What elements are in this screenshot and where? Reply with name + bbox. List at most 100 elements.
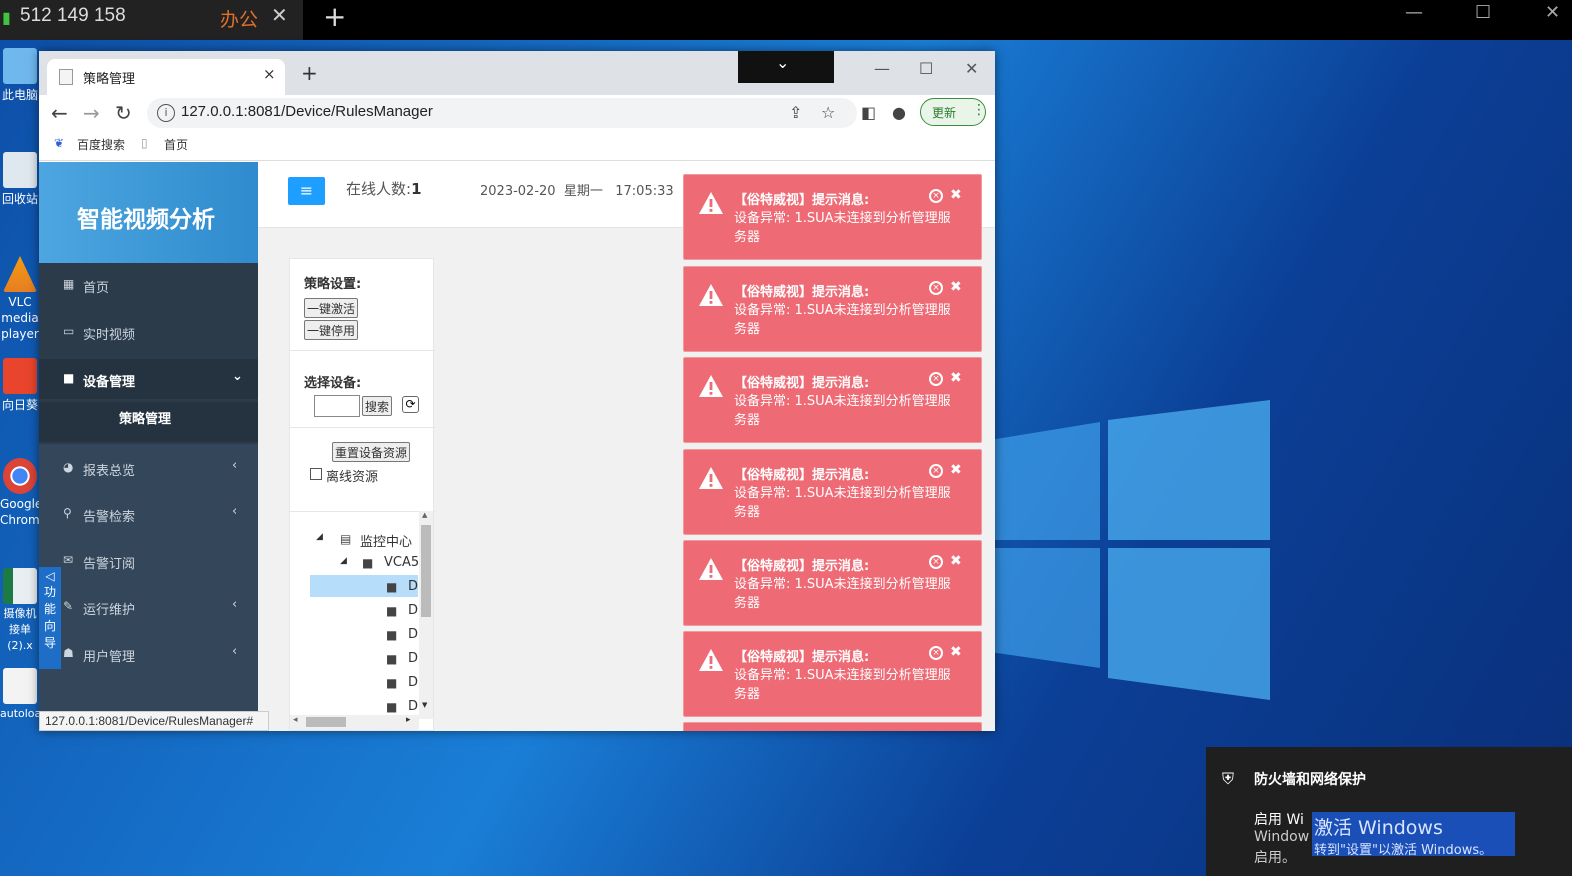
close-circle-icon[interactable]: × (929, 189, 943, 203)
scroll-thumb[interactable] (306, 717, 346, 727)
share-icon[interactable]: ⇪ (789, 103, 802, 122)
feature-guide-tab[interactable]: ◁ 功 能 向 导 (39, 567, 61, 669)
tree-node-monitor-center[interactable]: ◢ ▤ 监控中心 (316, 529, 416, 551)
remote-toolbar-toggle[interactable]: ⌄ (738, 51, 834, 83)
windows-logo (990, 400, 1270, 700)
back-icon[interactable]: ← (51, 101, 68, 125)
notification-toast[interactable]: 【俗特威视】提示消息: 设备异常: 1.SUA未连接到分析管理服务器 × ✖ (683, 266, 982, 352)
notification-toast-partial[interactable] (683, 722, 982, 731)
notification-toast[interactable]: 【俗特威视】提示消息: 设备异常: 1.SUA未连接到分析管理服务器 × ✖ (683, 357, 982, 443)
tree-node-device[interactable]: ■ D (386, 577, 418, 599)
chevron-left-icon: ‹ (232, 504, 238, 519)
tree-horizontal-scrollbar[interactable]: ◂ ▸ (290, 715, 419, 730)
search-button[interactable]: 搜索 (362, 396, 393, 416)
sidebar-item-maintenance[interactable]: ✎ 运行维护 ‹ (39, 587, 258, 627)
camera-icon: ■ (386, 580, 398, 594)
address-bar[interactable]: i 127.0.0.1:8081/Device/RulesManager (147, 98, 857, 128)
close-circle-icon[interactable]: × (929, 372, 943, 386)
warning-icon (699, 284, 723, 306)
new-tab-button[interactable]: + (301, 61, 318, 85)
browser-close-button[interactable]: ✕ (965, 59, 978, 78)
scroll-down-icon[interactable]: ▼ (422, 701, 427, 709)
bookmark-home[interactable]: 首页 (164, 136, 188, 153)
tree-node-device[interactable]: ■ D (386, 697, 418, 713)
close-icon[interactable]: ✖ (950, 279, 962, 295)
remote-close-button[interactable]: ✕ (1545, 2, 1560, 23)
browser-minimize-button[interactable]: — (874, 59, 890, 78)
remote-add-tab-button[interactable]: + (323, 0, 346, 33)
remote-maximize-button[interactable]: ☐ (1475, 2, 1491, 23)
tab-rules-manager[interactable]: 策略管理 × (47, 59, 285, 95)
notification-toast[interactable]: 【俗特威视】提示消息: 设备异常: 1.SUA未连接到分析管理服务器 × ✖ (683, 631, 982, 717)
desktop-icon-sunlogin[interactable]: 向日葵 (0, 358, 40, 413)
tree-toggle-icon[interactable]: ◢ (340, 556, 347, 566)
tab-title: 策略管理 (83, 72, 136, 87)
forward-icon[interactable]: → (83, 101, 100, 125)
device-search-input[interactable] (314, 395, 360, 417)
side-panel-icon[interactable]: ◧ (861, 103, 876, 122)
offline-resources-checkbox[interactable] (310, 468, 322, 480)
activate-all-button[interactable]: 一键激活 (304, 298, 359, 318)
sidebar-item-reports[interactable]: ◕ 报表总览 ‹ (39, 448, 258, 488)
reload-icon[interactable]: ↻ (115, 101, 132, 125)
notification-toast[interactable]: 【俗特威视】提示消息: 设备异常: 1.SUA未连接到分析管理服务器 × ✖ (683, 174, 982, 260)
camera-icon: ■ (386, 652, 398, 666)
notification-toast[interactable]: 【俗特威视】提示消息: 设备异常: 1.SUA未连接到分析管理服务器 × ✖ (683, 449, 982, 535)
desktop-icon-chrome[interactable]: Google Chrome (0, 458, 47, 528)
close-icon[interactable]: ✖ (950, 370, 962, 386)
tree-vertical-scrollbar[interactable]: ▲ ▼ (419, 511, 433, 719)
deactivate-all-button[interactable]: 一键停用 (304, 320, 359, 340)
profile-avatar-icon[interactable]: ● (892, 103, 906, 122)
browser-toolbar: ← → ↻ i 127.0.0.1:8081/Device/RulesManag… (39, 95, 995, 131)
security-line: 启用 Wi (1254, 812, 1304, 828)
remote-minimize-button[interactable]: — (1405, 2, 1423, 23)
tree-toggle-icon[interactable]: ◢ (316, 532, 323, 542)
sidebar-item-user-management[interactable]: ☗ 用户管理 ‹ (39, 634, 258, 674)
desktop-icon-vlc[interactable]: VLC media player (0, 256, 40, 342)
close-icon[interactable]: ✖ (950, 553, 962, 569)
reset-device-resources-button[interactable]: 重置设备资源 (332, 442, 411, 462)
close-circle-icon[interactable]: × (929, 464, 943, 478)
camera-icon: ■ (63, 371, 75, 385)
sidebar-item-live-video[interactable]: ▭ 实时视频 (39, 312, 258, 352)
remote-tab-close-icon[interactable]: ✕ (271, 3, 288, 27)
bookmark-baidu[interactable]: 百度搜索 (77, 136, 125, 153)
sidebar-item-alarm-subscription[interactable]: ✉ 告警订阅 (39, 541, 258, 581)
scroll-up-icon[interactable]: ▲ (422, 511, 427, 519)
sidebar-item-device-management[interactable]: ■ 设备管理 ⌄ (39, 359, 258, 399)
tree-node-device[interactable]: ■ D (386, 649, 418, 671)
desktop-icon-recycle-bin[interactable]: 回收站 (0, 152, 40, 207)
menu-toggle-button[interactable]: ≡ (288, 177, 325, 205)
bookmark-star-icon[interactable]: ☆ (821, 103, 835, 122)
notification-toast[interactable]: 【俗特威视】提示消息: 设备异常: 1.SUA未连接到分析管理服务器 × ✖ (683, 540, 982, 626)
desktop-icon-autoload[interactable]: autoload (0, 668, 48, 720)
recycle-bin-icon (3, 152, 37, 188)
chrome-icon (3, 458, 37, 494)
sidebar-subitem-rules-manager[interactable]: 策略管理 (39, 402, 258, 442)
tree-node-vca5[interactable]: ◢ ■ VCA5 (340, 553, 420, 575)
close-circle-icon[interactable]: × (929, 646, 943, 660)
tree-node-device[interactable]: ■ D (386, 601, 418, 623)
site-info-icon[interactable]: i (157, 104, 175, 122)
tab-close-icon[interactable]: × (263, 65, 276, 83)
close-icon[interactable]: ✖ (950, 462, 962, 478)
refresh-icon[interactable]: ⟳ (402, 396, 419, 413)
browser-maximize-button[interactable]: ☐ (919, 59, 933, 78)
close-icon[interactable]: ✖ (950, 644, 962, 660)
close-circle-icon[interactable]: × (929, 555, 943, 569)
scroll-right-icon[interactable]: ▸ (406, 715, 411, 725)
sidebar-item-alarm-search[interactable]: ⚲ 告警检索 ‹ (39, 494, 258, 534)
activate-windows-watermark: 激活 Windows 转到"设置"以激活 Windows。 (1312, 812, 1515, 858)
scroll-thumb[interactable] (421, 525, 431, 617)
tree-node-device[interactable]: ■ D (386, 673, 418, 695)
scroll-left-icon[interactable]: ◂ (293, 715, 298, 725)
close-circle-icon[interactable]: × (929, 281, 943, 295)
sidebar-item-home[interactable]: ▦ 首页 (39, 265, 258, 305)
remote-session-tab[interactable]: ▮ 512 149 158 办公 ✕ (0, 0, 303, 40)
desktop-icon-excel[interactable]: 摄像机接单(2).x (0, 568, 40, 654)
close-icon[interactable]: ✖ (950, 187, 962, 203)
tree-node-device[interactable]: ■ D (386, 625, 418, 647)
device-panel: 策略设置: 一键激活 一键停用 选择设备: 搜索 ⟳ 重置设备资源 离线资源 ◢… (289, 258, 435, 731)
update-button[interactable]: 更新 ⋮ (920, 98, 986, 126)
desktop-icon-this-pc[interactable]: 此电脑 (0, 48, 40, 103)
